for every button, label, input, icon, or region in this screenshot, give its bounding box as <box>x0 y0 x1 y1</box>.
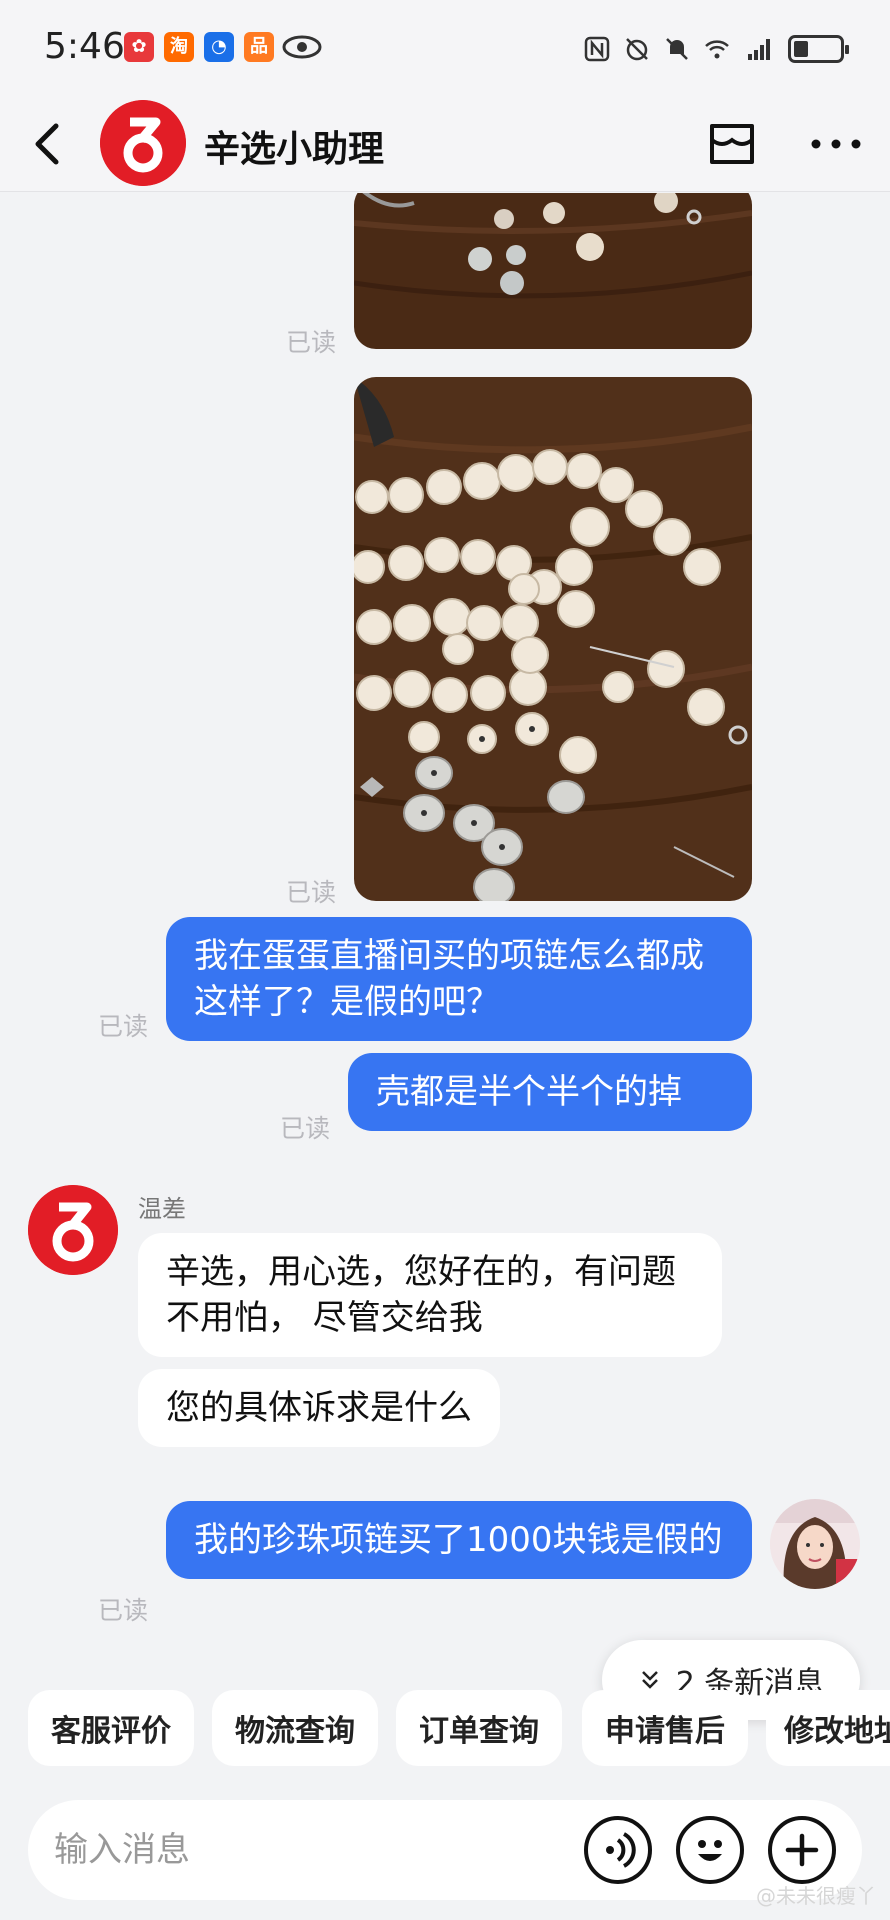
quick-reply-after-sales[interactable]: 申请售后 <box>582 1690 748 1766</box>
emoji-button[interactable] <box>676 1816 744 1884</box>
more-icon[interactable] <box>806 118 866 170</box>
quick-reply-orders[interactable]: 订单查询 <box>396 1690 562 1766</box>
page-title: 辛选小助理 <box>204 129 385 170</box>
read-receipt: 已读 <box>286 328 337 357</box>
message-input-bar <box>28 1800 862 1900</box>
chat-area[interactable]: 已读 已读 我在蛋蛋直播间买的项链怎么都成这样了？是假的吧？ 已读 壳都是半个半… <box>0 193 890 1680</box>
signal-icon <box>748 39 770 60</box>
taobao-icon: 淘 <box>164 32 194 62</box>
pearl-photo-1[interactable] <box>354 193 752 349</box>
pearl-photo-2[interactable] <box>354 377 752 901</box>
shop-icon[interactable] <box>706 118 758 170</box>
message-bubble-user[interactable]: 我的珍珠项链买了1000块钱是假的 <box>166 1501 752 1579</box>
status-bar: 5:46 ✿ 淘 ◔ 品 <box>0 0 890 96</box>
agent-avatar[interactable] <box>28 1185 118 1275</box>
message-bubble-user[interactable]: 我在蛋蛋直播间买的项链怎么都成这样了？是假的吧？ <box>166 917 752 1041</box>
nfc-icon <box>584 36 610 62</box>
message-bubble-agent[interactable]: 您的具体诉求是什么 <box>138 1369 500 1447</box>
user-avatar[interactable] <box>770 1499 860 1589</box>
status-time: 5:46 <box>44 26 125 67</box>
message-bubble-user[interactable]: 壳都是半个半个的掉 <box>348 1053 752 1131</box>
read-receipt: 已读 <box>98 1596 149 1625</box>
mute-bell-icon <box>666 38 688 60</box>
message-input[interactable] <box>54 1822 554 1878</box>
read-receipt: 已读 <box>280 1114 331 1143</box>
back-arrow-icon[interactable] <box>22 116 78 172</box>
quick-reply-logistics[interactable]: 物流查询 <box>212 1690 378 1766</box>
app-blue-icon: ◔ <box>204 32 234 62</box>
read-receipt: 已读 <box>98 1012 149 1041</box>
message-bubble-agent[interactable]: 辛选，用心选，您好在的，有问题不用怕， 尽管交给我 <box>138 1233 722 1357</box>
alarm-off-icon <box>626 38 648 61</box>
plus-icon <box>785 1833 819 1867</box>
add-button[interactable] <box>768 1816 836 1884</box>
eye-icon <box>282 35 322 59</box>
brand-logo-avatar[interactable] <box>100 100 186 186</box>
voice-icon <box>606 1832 636 1868</box>
quick-reply-bar: 客服评价 物流查询 订单查询 申请售后 修改地址 <box>0 1690 890 1768</box>
quick-reply-rating[interactable]: 客服评价 <box>28 1690 194 1766</box>
voice-button[interactable] <box>584 1816 652 1884</box>
read-receipt: 已读 <box>286 878 337 907</box>
quick-reply-change-address[interactable]: 修改地址 <box>766 1690 890 1766</box>
chevron-double-down-icon <box>641 1671 658 1689</box>
emoji-icon <box>698 1840 722 1861</box>
agent-name: 温差 <box>138 1195 186 1223</box>
app-red-icon: ✿ <box>124 32 154 62</box>
wifi-icon <box>705 40 729 59</box>
app-orange-icon: 品 <box>244 32 274 62</box>
watermark: @未未很瘦丫 <box>756 1884 876 1908</box>
chat-header: 辛选小助理 <box>0 96 890 192</box>
battery-icon <box>788 35 849 63</box>
